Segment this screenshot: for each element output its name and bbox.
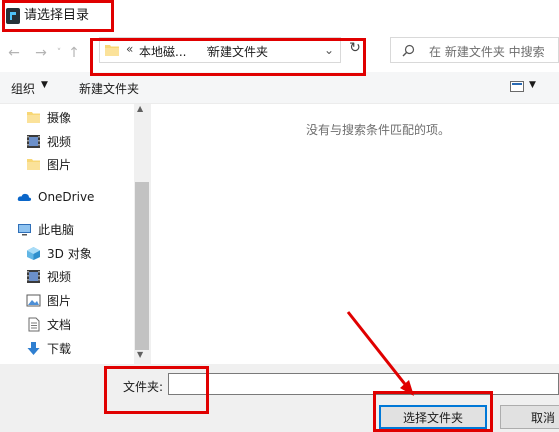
sidebar-item-onedrive[interactable]: OneDrive — [17, 187, 94, 207]
address-bar[interactable]: « 本地磁... › 新建文件夹 ⌄ — [99, 37, 341, 63]
sidebar-item-videos[interactable]: 视频 — [26, 131, 71, 151]
forward-arrow-icon[interactable]: → — [32, 43, 50, 63]
sidebar-item-camera[interactable]: 摄像 — [26, 107, 71, 127]
cloud-icon — [17, 193, 32, 201]
refresh-icon[interactable]: ↻ — [346, 40, 364, 60]
folder-icon — [27, 158, 40, 170]
video-icon — [27, 134, 40, 148]
folder-input[interactable] — [168, 373, 559, 395]
sidebar-item-label: 3D 对象 — [47, 246, 92, 261]
organize-dropdown-icon[interactable]: ▼ — [41, 80, 48, 90]
scroll-up-icon[interactable]: ▲ — [137, 104, 143, 113]
scroll-thumb[interactable] — [135, 182, 149, 350]
sidebar-item-this-pc[interactable]: 此电脑 — [17, 219, 74, 239]
folder-icon — [27, 111, 40, 123]
empty-results-message: 没有与搜索条件匹配的项。 — [306, 123, 451, 137]
sidebar-item-videos-pc[interactable]: 视频 — [26, 266, 71, 286]
sidebar-item-label: 图片 — [47, 157, 72, 172]
search-icon — [402, 44, 415, 57]
title-bar: 请选择目录 — [0, 0, 559, 34]
sidebar-item-documents[interactable]: 文档 — [26, 314, 71, 334]
sidebar-item-3d-objects[interactable]: 3D 对象 — [26, 243, 92, 263]
folder-field-label: 文件夹: — [123, 380, 164, 394]
navigation-pane: 摄像 视频 图片 OneDrive 此电脑 3D 对象 视频 图片 文档 下载 — [0, 104, 150, 364]
sidebar-item-label: 视频 — [47, 134, 72, 149]
sidebar-item-pictures-pc[interactable]: 图片 — [26, 290, 71, 310]
up-arrow-icon[interactable]: ↑ — [65, 43, 83, 63]
address-segment-local-disk[interactable]: 本地磁... — [139, 43, 186, 60]
view-options-icon[interactable] — [510, 81, 524, 92]
cancel-button[interactable]: 取消 — [500, 405, 559, 429]
command-toolbar: 组织 ▼ 新建文件夹 ▼ — [0, 72, 559, 104]
nav-scrollbar[interactable]: ▲ ▼ — [134, 104, 150, 364]
window-title: 请选择目录 — [24, 8, 90, 23]
chevron-down-icon[interactable]: ⌄ — [324, 43, 334, 57]
picture-icon — [26, 294, 41, 306]
navigation-bar: ← → ˅ ↑ « 本地磁... › 新建文件夹 ⌄ ↻ 在 新建文件夹 中搜索 — [0, 34, 559, 72]
scroll-down-icon[interactable]: ▼ — [137, 350, 143, 359]
sidebar-item-label: 下载 — [47, 341, 72, 356]
app-icon — [6, 8, 20, 24]
sidebar-item-downloads[interactable]: 下载 — [26, 338, 71, 358]
search-box[interactable]: 在 新建文件夹 中搜索 — [390, 37, 559, 63]
search-input[interactable]: 在 新建文件夹 中搜索 — [429, 43, 545, 60]
cube-icon — [27, 246, 40, 260]
sidebar-item-label: OneDrive — [38, 190, 95, 204]
video-icon — [27, 269, 40, 283]
computer-icon — [18, 223, 31, 235]
view-dropdown-icon[interactable]: ▼ — [529, 80, 536, 90]
sidebar-item-label: 摄像 — [47, 110, 72, 125]
sidebar-item-label: 文档 — [47, 317, 72, 332]
organize-button[interactable]: 组织 — [11, 80, 35, 97]
select-folder-button[interactable]: 选择文件夹 — [379, 405, 487, 429]
back-arrow-icon[interactable]: ← — [5, 43, 23, 63]
address-overflow[interactable]: « — [126, 42, 133, 56]
document-icon — [28, 317, 40, 331]
download-icon — [27, 341, 40, 355]
dialog-footer: 文件夹: 选择文件夹 取消 — [0, 364, 559, 432]
folder-icon — [105, 45, 119, 56]
new-folder-button[interactable]: 新建文件夹 — [79, 80, 139, 97]
sidebar-item-label: 视频 — [47, 269, 72, 284]
sidebar-item-label: 图片 — [47, 293, 72, 308]
file-list-area[interactable]: 没有与搜索条件匹配的项。 — [150, 104, 559, 364]
sidebar-item-label: 此电脑 — [38, 222, 75, 237]
address-segment-new-folder[interactable]: 新建文件夹 — [208, 43, 268, 60]
sidebar-item-pictures[interactable]: 图片 — [26, 154, 71, 174]
